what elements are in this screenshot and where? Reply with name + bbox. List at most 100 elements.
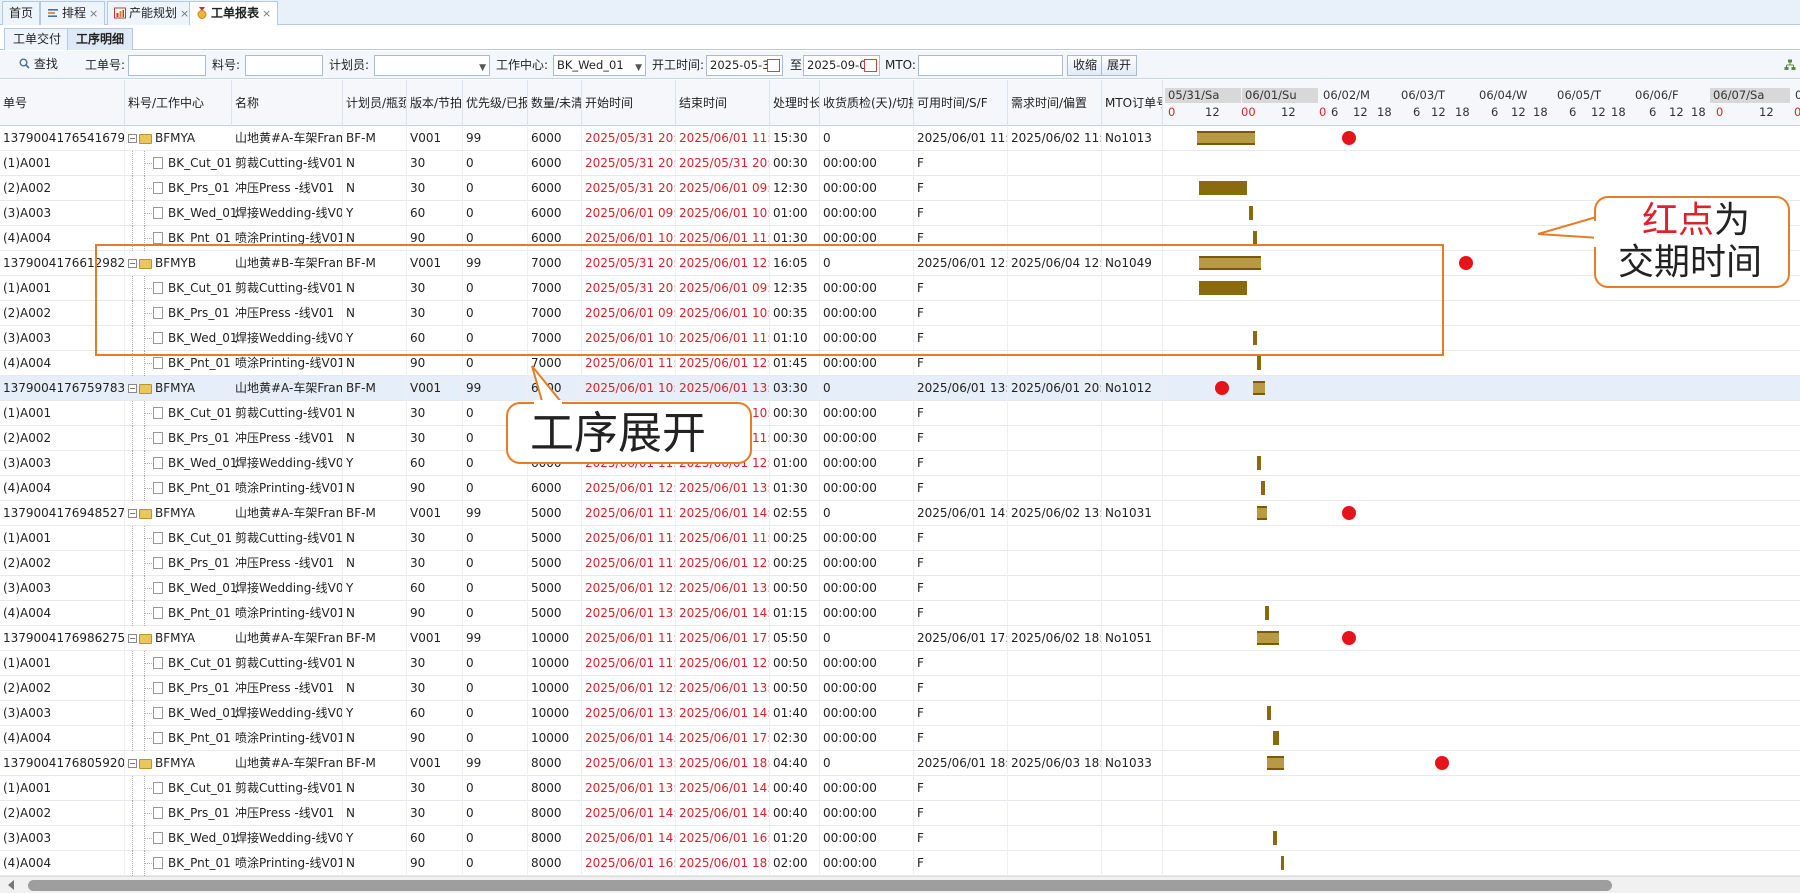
col-priority[interactable]: 优先级/已报 <box>463 80 528 126</box>
col-start[interactable]: 开始时间 <box>582 80 676 126</box>
scrollbar-thumb[interactable] <box>28 880 1612 891</box>
tab-home-label: 首页 <box>9 6 34 20</box>
tree-node[interactable]: BK_Prs_01 <box>128 551 230 576</box>
gantt-task-bar[interactable] <box>1257 456 1261 470</box>
tree-node[interactable]: − BFMYA <box>128 626 228 651</box>
due-date-dot[interactable] <box>1341 131 1356 145</box>
tree-node[interactable]: BK_Wed_01 <box>128 451 238 476</box>
tree-node[interactable]: BK_Pnt_01 <box>128 476 231 501</box>
tree-node[interactable]: BK_Pnt_01 <box>128 601 231 626</box>
start-to-input[interactable]: 2025-09-0 <box>803 55 880 76</box>
tree-node[interactable]: BK_Wed_01 <box>128 701 238 726</box>
tree-node[interactable]: BK_Cut_01 <box>128 401 232 426</box>
col-order-no[interactable]: 单号 <box>0 80 125 126</box>
due-date-dot[interactable] <box>1435 756 1450 770</box>
hierarchy-icon[interactable] <box>1784 59 1796 71</box>
scroll-left-icon[interactable] <box>8 880 14 890</box>
tree-node[interactable]: BK_Prs_01 <box>128 176 230 201</box>
cell-name: 山地黄#A-车架Frame <box>232 501 343 526</box>
col-available[interactable]: 可用时间/S/F <box>914 80 1008 126</box>
due-date-dot[interactable] <box>1341 631 1356 645</box>
gantt-summary-bar[interactable] <box>1253 381 1265 395</box>
workcenter-code: BK_Pnt_01 <box>168 856 231 870</box>
col-version[interactable]: 版本/节拍 <box>407 80 463 126</box>
gantt-summary-bar[interactable] <box>1196 131 1256 145</box>
col-material[interactable]: 料号/工作中心 <box>125 80 232 126</box>
col-end[interactable]: 结束时间 <box>676 80 770 126</box>
tree-node[interactable]: BK_Cut_01 <box>128 776 232 801</box>
tree-line <box>144 613 152 614</box>
gantt-task-bar[interactable] <box>1280 856 1285 870</box>
calendar-icon[interactable] <box>767 59 780 72</box>
tree-node[interactable]: BK_Pnt_01 <box>128 726 231 751</box>
tab-capacity[interactable]: 产能规划 × <box>107 1 197 25</box>
gantt-summary-bar[interactable] <box>1257 506 1267 520</box>
col-name[interactable]: 名称 <box>232 80 343 126</box>
gantt-summary-bar[interactable] <box>1257 631 1279 645</box>
gantt-task-bar[interactable] <box>1249 206 1254 220</box>
tree-node[interactable]: − BFMYA <box>128 501 228 526</box>
due-date-dot[interactable] <box>1458 256 1473 270</box>
gantt-task-bar[interactable] <box>1272 731 1279 745</box>
tree-node[interactable]: BK_Wed_01 <box>128 201 238 226</box>
collapse-toggle-icon[interactable]: − <box>128 384 137 393</box>
col-qty[interactable]: 数量/未清 <box>528 80 582 126</box>
cell-duration: 01:15 <box>770 601 820 626</box>
tree-node[interactable]: BK_Cut_01 <box>128 151 232 176</box>
calendar-icon[interactable] <box>864 59 877 72</box>
tab-home[interactable]: 首页 <box>2 1 41 25</box>
due-date-dot[interactable] <box>1215 381 1229 395</box>
subtab-process-detail[interactable]: 工序明细 <box>67 28 134 50</box>
search-button[interactable]: 查找 <box>14 55 63 76</box>
gantt-summary-bar[interactable] <box>1266 756 1285 770</box>
gantt-task-bar[interactable] <box>1266 706 1271 720</box>
order-no-input[interactable] <box>128 55 206 76</box>
gantt-task-bar[interactable] <box>1198 181 1248 195</box>
cell-planner: Y <box>343 201 407 226</box>
close-icon[interactable]: × <box>262 7 271 20</box>
tree-node[interactable]: BK_Cut_01 <box>128 651 232 676</box>
tree-node[interactable]: BK_Prs_01 <box>128 676 230 701</box>
gantt-task-bar[interactable] <box>1272 831 1277 845</box>
tree-node[interactable]: BK_Cut_01 <box>128 526 232 551</box>
cell-avail: F <box>914 601 1008 626</box>
workcenter-select[interactable]: BK_Wed_01 ▼ <box>553 55 646 76</box>
tree-node[interactable]: BK_Pnt_01 <box>128 851 231 876</box>
cell-duration: 00:30 <box>770 426 820 451</box>
collapse-toggle-icon[interactable]: − <box>128 509 137 518</box>
tree-node[interactable]: − BFMYA <box>128 126 228 151</box>
tree-node[interactable]: BK_Wed_01 <box>128 576 238 601</box>
subtab-order-delivery[interactable]: 工单交付 <box>4 28 71 50</box>
tree-node[interactable]: BK_Prs_01 <box>128 426 230 451</box>
start-from-input[interactable]: 2025-05-3 <box>706 55 783 76</box>
tab-schedule[interactable]: 排程 × <box>40 1 106 25</box>
close-icon[interactable]: × <box>180 7 189 20</box>
planner-select[interactable]: ▼ <box>374 55 490 76</box>
collapse-toggle-icon[interactable]: − <box>128 134 137 143</box>
tree-node[interactable]: − BFMYA <box>128 376 228 401</box>
col-demand[interactable]: 需求时间/偏置 <box>1008 80 1102 126</box>
material-input[interactable] <box>245 55 323 76</box>
col-mto[interactable]: MTO订单号 <box>1102 80 1163 126</box>
gantt-task-bar[interactable] <box>1261 481 1265 495</box>
mto-input[interactable] <box>918 55 1063 76</box>
tree-node[interactable]: − BFMYA <box>128 751 228 776</box>
col-duration[interactable]: 处理时长 <box>770 80 820 126</box>
collapse-toggle-icon[interactable]: − <box>128 759 137 768</box>
horizontal-scrollbar[interactable] <box>0 876 1800 893</box>
due-date-dot[interactable] <box>1341 506 1356 520</box>
tree-node[interactable]: BK_Prs_01 <box>128 801 230 826</box>
gantt-task-bar[interactable] <box>1264 606 1269 620</box>
tree-node[interactable]: BK_Wed_01 <box>128 826 238 851</box>
col-qc[interactable]: 收货质检(天)/切换 <box>820 80 914 126</box>
expand-button[interactable]: 展开 <box>1101 55 1138 76</box>
tab-order-report[interactable]: 工单报表 × <box>189 1 279 26</box>
gantt-task-bar[interactable] <box>1257 356 1261 370</box>
col-planner[interactable]: 计划员/瓶颈 <box>343 80 407 126</box>
gantt-task-bar[interactable] <box>1253 231 1258 245</box>
cell-start: 2025/06/01 09:00 <box>582 201 676 226</box>
close-icon[interactable]: × <box>89 7 98 20</box>
callout-pointer-mask <box>534 400 562 406</box>
collapse-button[interactable]: 收缩 <box>1067 55 1104 76</box>
collapse-toggle-icon[interactable]: − <box>128 634 137 643</box>
